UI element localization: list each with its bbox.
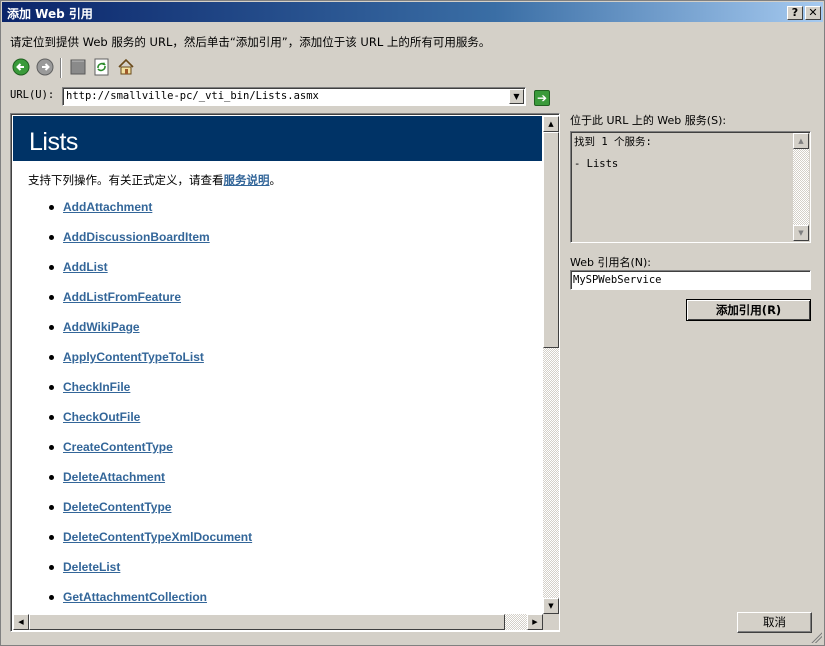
- add-web-reference-dialog: 添加 Web 引用 ? ✕ 请定位到提供 Web 服务的 URL，然后单击“添加…: [0, 0, 825, 646]
- scroll-down-icon[interactable]: ▼: [793, 225, 809, 241]
- vertical-scroll-thumb[interactable]: [543, 132, 559, 348]
- operation-link[interactable]: AddList: [63, 260, 108, 274]
- scroll-up-icon[interactable]: ▲: [793, 133, 809, 149]
- toolbar-separator: [60, 58, 62, 78]
- operation-link[interactable]: GetAttachmentCollection: [63, 590, 207, 604]
- reference-name-field[interactable]: MySPWebService: [570, 270, 811, 290]
- help-button[interactable]: ?: [787, 6, 803, 20]
- intro-end: 。: [269, 173, 282, 187]
- service-item: - Lists: [574, 158, 619, 170]
- service-title: Lists: [29, 128, 78, 156]
- url-input[interactable]: http://smallville-pc/_vti_bin/Lists.asmx: [66, 90, 319, 102]
- cancel-button[interactable]: 取消: [737, 612, 812, 633]
- stop-icon[interactable]: [68, 57, 88, 77]
- url-row: URL(U): http://smallville-pc/_vti_bin/Li…: [10, 87, 555, 107]
- reference-name-label: Web 引用名(N):: [570, 256, 651, 269]
- forward-icon[interactable]: [35, 57, 55, 77]
- operation-link[interactable]: CheckInFile: [63, 380, 130, 394]
- operation-link[interactable]: DeleteAttachment: [63, 470, 165, 484]
- title-bar: 添加 Web 引用 ? ✕: [2, 2, 823, 22]
- scroll-up-icon[interactable]: ▲: [543, 116, 559, 132]
- services-list[interactable]: 找到 1 个服务: - Lists ▲ ▼: [570, 131, 811, 243]
- url-label: URL(U):: [10, 89, 55, 101]
- service-browser-pane: Lists 支持下列操作。有关正式定义，请查看服务说明。 AddAttachme…: [10, 113, 560, 632]
- resize-grip-icon[interactable]: [810, 631, 822, 643]
- services-found-text: 找到 1 个服务:: [574, 136, 652, 148]
- back-icon[interactable]: [11, 57, 31, 77]
- horizontal-scrollbar[interactable]: ◀ ▶: [13, 614, 543, 630]
- chevron-down-icon[interactable]: ▼: [509, 89, 524, 104]
- refresh-icon[interactable]: [92, 57, 112, 77]
- operation-link[interactable]: AddDiscussionBoardItem: [63, 230, 210, 244]
- window-title: 添加 Web 引用: [7, 7, 93, 21]
- operation-link[interactable]: AddAttachment: [63, 200, 152, 214]
- scroll-right-icon[interactable]: ▶: [527, 614, 543, 630]
- scrollbar-corner: [543, 614, 559, 630]
- instructions-text: 请定位到提供 Web 服务的 URL，然后单击“添加引用”，添加位于该 URL …: [10, 35, 491, 49]
- operation-link[interactable]: ApplyContentTypeToList: [63, 350, 204, 364]
- url-combobox[interactable]: http://smallville-pc/_vti_bin/Lists.asmx…: [62, 87, 526, 106]
- add-reference-button[interactable]: 添加引用(R): [686, 299, 811, 321]
- scroll-left-icon[interactable]: ◀: [13, 614, 29, 630]
- intro-text: 支持下列操作。有关正式定义，请查看: [28, 173, 224, 187]
- vertical-scrollbar[interactable]: ▲ ▼: [543, 116, 559, 614]
- reference-name-value[interactable]: MySPWebService: [573, 274, 662, 286]
- operation-link[interactable]: CreateContentType: [63, 440, 173, 454]
- close-button[interactable]: ✕: [805, 6, 821, 20]
- scroll-down-icon[interactable]: ▼: [543, 598, 559, 614]
- service-description-link[interactable]: 服务说明: [224, 173, 270, 187]
- operation-link[interactable]: DeleteContentType: [63, 500, 171, 514]
- navigation-toolbar: [11, 57, 151, 79]
- operation-link[interactable]: DeleteList: [63, 560, 120, 574]
- horizontal-scroll-thumb[interactable]: [29, 614, 505, 630]
- services-label: 位于此 URL 上的 Web 服务(S):: [570, 114, 727, 127]
- operation-link[interactable]: AddWikiPage: [63, 320, 140, 334]
- services-scrollbar[interactable]: ▲ ▼: [793, 133, 809, 241]
- operation-link[interactable]: DeleteContentTypeXmlDocument: [63, 530, 252, 544]
- operation-link[interactable]: AddListFromFeature: [63, 290, 181, 304]
- intro-paragraph: 支持下列操作。有关正式定义，请查看服务说明。: [28, 172, 281, 188]
- service-header: Lists: [13, 116, 542, 161]
- operation-link[interactable]: CheckOutFile: [63, 410, 140, 424]
- go-button[interactable]: ➔: [534, 90, 550, 106]
- home-icon[interactable]: [116, 57, 136, 77]
